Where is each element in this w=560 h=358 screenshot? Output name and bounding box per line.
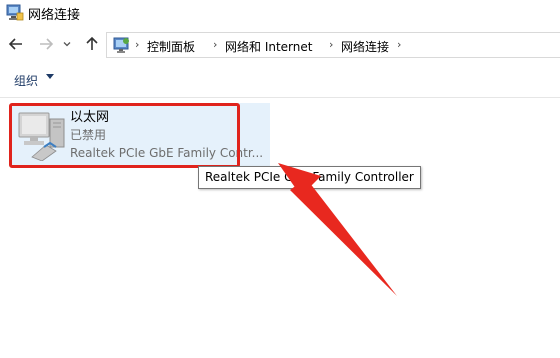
- chevron-down-icon: [63, 42, 71, 47]
- window-title: 网络连接: [28, 8, 81, 23]
- forward-arrow-icon: [40, 38, 54, 50]
- recent-locations-button[interactable]: [60, 34, 74, 54]
- breadcrumb-separator: ›: [213, 38, 218, 51]
- breadcrumb-separator: ›: [397, 38, 402, 51]
- title-bar: 网络连接: [0, 0, 560, 26]
- navigation-bar: › 控制面板 › 网络和 Internet › 网络连接 ›: [0, 30, 560, 60]
- breadcrumb-network-connections[interactable]: 网络连接: [341, 38, 389, 55]
- breadcrumb-separator: ›: [135, 38, 140, 51]
- up-button[interactable]: [82, 34, 102, 54]
- command-toolbar: 组织: [0, 62, 560, 98]
- control-panel-icon: [113, 37, 129, 53]
- back-button[interactable]: [6, 34, 26, 54]
- up-arrow-icon: [86, 36, 98, 50]
- breadcrumb-separator: ›: [329, 38, 334, 51]
- breadcrumb-control-panel[interactable]: 控制面板: [147, 38, 195, 55]
- breadcrumb-network-internet[interactable]: 网络和 Internet: [225, 38, 312, 55]
- organize-menu-button[interactable]: 组织: [14, 72, 38, 89]
- back-arrow-icon: [8, 38, 22, 50]
- device-tooltip: Realtek PCIe GbE Family Controller: [198, 166, 421, 189]
- address-bar[interactable]: › 控制面板 › 网络和 Internet › 网络连接 ›: [106, 32, 560, 58]
- annotation-highlight-box: [9, 103, 240, 168]
- forward-button[interactable]: [36, 34, 56, 54]
- dropdown-triangle-icon[interactable]: [46, 74, 54, 80]
- network-connections-icon: [6, 4, 24, 21]
